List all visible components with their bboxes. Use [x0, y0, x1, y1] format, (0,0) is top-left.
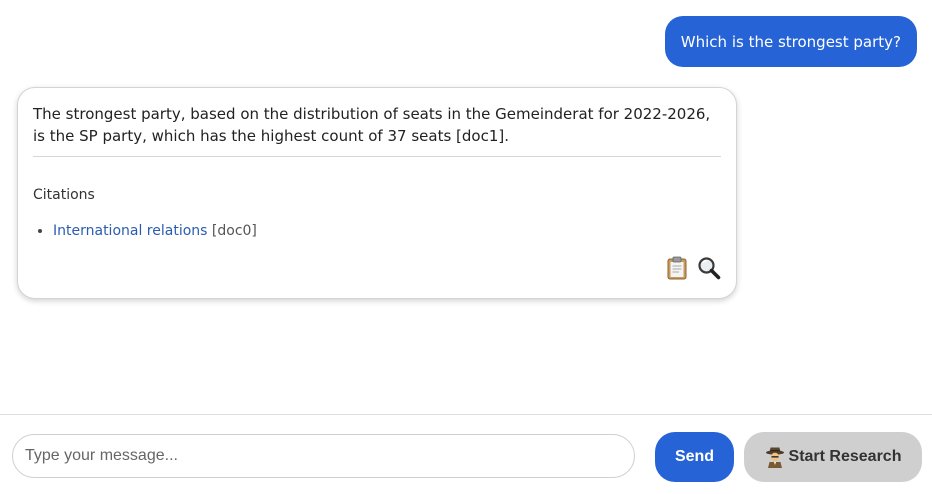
citation-link[interactable]: International relations	[53, 223, 207, 239]
chat-messages-area: Which is the strongest party? The strong…	[0, 0, 932, 414]
start-research-label: Start Research	[788, 448, 902, 465]
citations-heading: Citations	[33, 187, 95, 203]
message-input[interactable]	[12, 434, 635, 478]
message-input-bar: Send Start Research	[0, 414, 932, 494]
user-message-bubble: Which is the strongest party?	[664, 16, 917, 67]
assistant-message-card: The strongest party, based on the distri…	[17, 87, 737, 299]
send-button[interactable]: Send	[655, 432, 734, 482]
clipboard-icon	[667, 256, 687, 280]
message-actions	[665, 256, 721, 280]
assistant-answer-text: The strongest party, based on the distri…	[33, 103, 721, 157]
chat-app: Which is the strongest party? The strong…	[0, 0, 932, 494]
magnifier-icon	[698, 257, 721, 280]
user-message-text: Which is the strongest party?	[680, 32, 901, 51]
copy-button[interactable]	[665, 256, 689, 280]
citation-ref: [doc0]	[211, 223, 257, 239]
inspect-button[interactable]	[697, 256, 721, 280]
citations-list: International relations [doc0]	[33, 221, 721, 241]
detective-icon	[765, 447, 784, 468]
start-research-button[interactable]: Start Research	[744, 432, 922, 482]
citation-item: International relations [doc0]	[53, 221, 721, 241]
